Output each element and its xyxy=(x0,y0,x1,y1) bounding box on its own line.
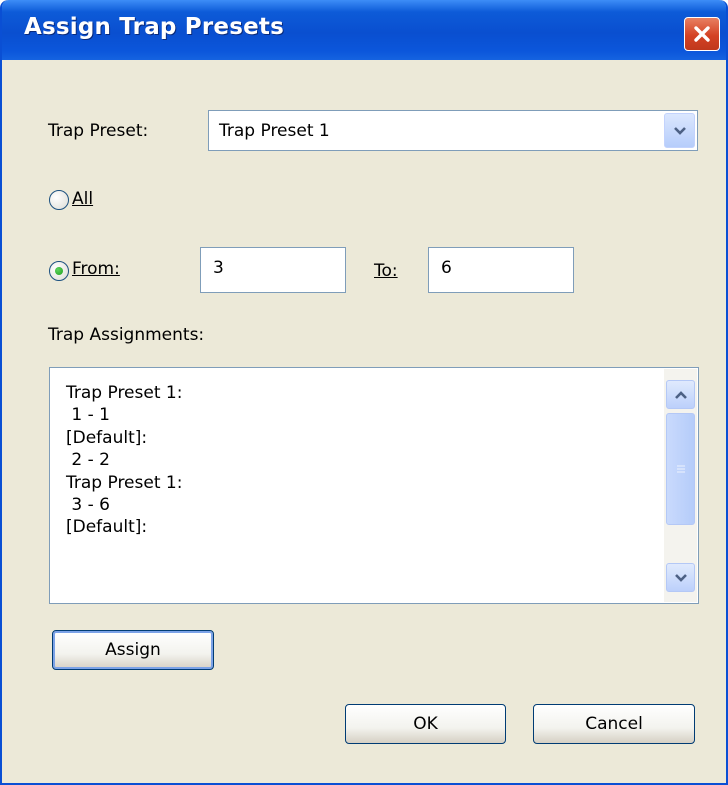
all-radio-label[interactable]: All xyxy=(72,189,93,209)
vertical-scrollbar[interactable] xyxy=(664,369,697,602)
cancel-button[interactable]: Cancel xyxy=(533,704,695,744)
to-input-value: 6 xyxy=(441,258,452,278)
trap-assignments-label: Trap Assignments: xyxy=(48,325,205,345)
trap-preset-value: Trap Preset 1 xyxy=(219,121,330,141)
scroll-down-button[interactable] xyxy=(666,563,695,592)
chevron-down-icon xyxy=(674,573,687,582)
chevron-down-icon xyxy=(673,126,686,135)
dialog-window: Assign Trap Presets Trap Preset: Trap Pr… xyxy=(0,0,728,785)
all-radio[interactable] xyxy=(49,190,69,210)
dialog-title: Assign Trap Presets xyxy=(24,14,284,40)
close-button[interactable] xyxy=(684,17,720,51)
list-item: 1 - 1 xyxy=(66,405,110,426)
list-item: Trap Preset 1: xyxy=(66,383,183,403)
trap-preset-label: Trap Preset: xyxy=(48,121,149,141)
to-input[interactable]: 6 xyxy=(428,247,574,293)
assignment-lines: Trap Preset 1: 1 - 1 [Default]: 2 - 2 Tr… xyxy=(66,382,182,539)
assign-button[interactable]: Assign xyxy=(52,630,214,670)
to-label: To: xyxy=(374,261,398,281)
title-bar[interactable]: Assign Trap Presets xyxy=(2,0,726,60)
from-input-value: 3 xyxy=(213,258,224,278)
from-input[interactable]: 3 xyxy=(200,247,346,293)
list-item: 3 - 6 xyxy=(66,495,110,516)
list-item: [Default]: xyxy=(66,427,148,448)
dropdown-button[interactable] xyxy=(664,113,695,148)
list-item: 2 - 2 xyxy=(66,450,110,471)
close-icon xyxy=(694,26,710,42)
trap-assignments-list[interactable]: Trap Preset 1: 1 - 1 [Default]: 2 - 2 Tr… xyxy=(49,367,699,604)
scroll-thumb[interactable] xyxy=(666,413,695,525)
scroll-up-button[interactable] xyxy=(666,380,695,409)
radio-selected-dot xyxy=(55,267,63,275)
ok-button[interactable]: OK xyxy=(345,704,506,744)
chevron-up-icon xyxy=(674,390,687,399)
trap-preset-dropdown[interactable]: Trap Preset 1 xyxy=(208,110,698,151)
from-radio[interactable] xyxy=(49,261,69,281)
grip-icon xyxy=(676,465,685,473)
from-radio-label[interactable]: From: xyxy=(72,259,120,279)
list-item: Trap Preset 1: xyxy=(66,472,183,493)
list-item: [Default]: xyxy=(66,517,148,538)
